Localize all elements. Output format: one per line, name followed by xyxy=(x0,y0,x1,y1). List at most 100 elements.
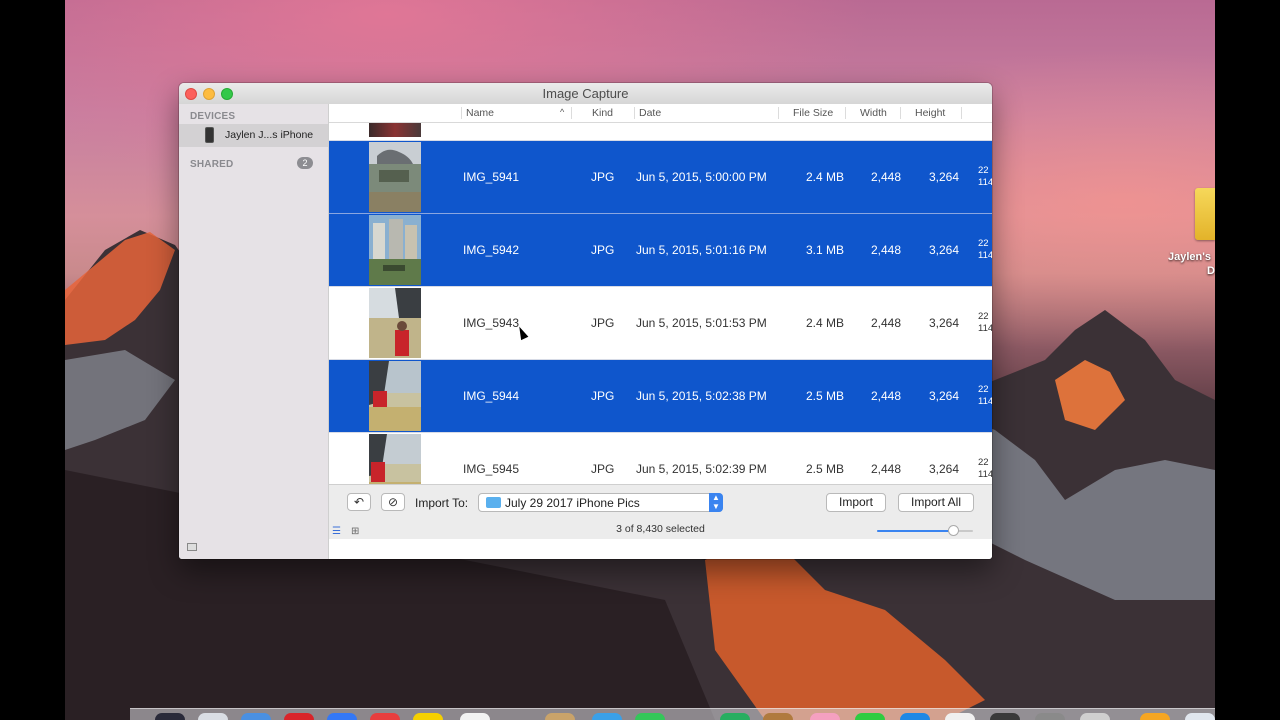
photo-thumbnail[interactable] xyxy=(369,123,421,137)
image-width: 2,448 xyxy=(870,170,901,184)
dock-app-icon[interactable] xyxy=(763,713,793,720)
column-height[interactable]: Height xyxy=(915,107,945,119)
sort-ascending-icon[interactable]: ^ xyxy=(560,107,564,117)
truncated-column-value: 22 114 xyxy=(978,311,992,335)
column-divider xyxy=(961,107,962,119)
file-date: Jun 5, 2015, 5:02:38 PM xyxy=(636,389,767,403)
dock-app-icon[interactable] xyxy=(592,713,622,720)
dock-app-icon[interactable] xyxy=(370,713,400,720)
file-size: 3.1 MB xyxy=(805,243,844,257)
dock-app-icon[interactable] xyxy=(241,713,271,720)
bottom-toolbar: ↶ ⊘ Import To: July 29 2017 iPhone Pics … xyxy=(329,484,992,539)
truncated-value-line2: 114 xyxy=(978,323,992,334)
file-name: IMG_5942 xyxy=(463,243,520,257)
column-name[interactable]: Name xyxy=(466,107,494,119)
window-title: Image Capture xyxy=(542,86,629,101)
column-divider xyxy=(845,107,846,119)
letterbox-left xyxy=(0,0,65,720)
dock-app-icon[interactable] xyxy=(545,713,575,720)
truncated-value-line1: 22 xyxy=(978,311,989,322)
devices-header: DEVICES xyxy=(190,111,236,122)
external-drive-icon[interactable] xyxy=(1195,188,1215,240)
image-height: 3,264 xyxy=(928,462,959,476)
column-width[interactable]: Width xyxy=(860,107,887,119)
image-width: 2,448 xyxy=(870,243,901,257)
file-date: Jun 5, 2015, 5:00:00 PM xyxy=(636,170,767,184)
import-destination-popup[interactable]: July 29 2017 iPhone Pics ▲ ▼ xyxy=(478,493,723,512)
file-name: IMG_5941 xyxy=(463,170,520,184)
dock-app-icon[interactable] xyxy=(413,713,443,720)
dock-app-icon[interactable] xyxy=(198,713,228,720)
image-height: 3,264 xyxy=(928,243,959,257)
image-height: 3,264 xyxy=(928,316,959,330)
image-height: 3,264 xyxy=(928,170,959,184)
thumbnail-size-slider-fill xyxy=(877,530,954,532)
dock-app-icon[interactable] xyxy=(1035,713,1065,720)
truncated-value-line2: 114 xyxy=(978,250,992,261)
table-row[interactable]: IMG_5944 JPG Jun 5, 2015, 5:02:38 PM 2.5… xyxy=(329,360,992,432)
import-all-button[interactable]: Import All xyxy=(898,493,974,512)
table-row[interactable]: IMG_5941 JPG Jun 5, 2015, 5:00:00 PM 2.4… xyxy=(329,141,992,213)
shared-count-badge: 2 xyxy=(297,157,313,169)
truncated-column-value: 22 114 xyxy=(978,238,992,262)
dock-app-icon[interactable] xyxy=(327,713,357,720)
dock-app-icon[interactable] xyxy=(720,713,750,720)
delete-button[interactable]: ⊘ xyxy=(381,493,405,511)
file-kind: JPG xyxy=(591,170,615,184)
file-size: 2.5 MB xyxy=(805,389,844,403)
import-button[interactable]: Import xyxy=(826,493,886,512)
truncated-value-line1: 22 xyxy=(978,238,989,249)
file-size: 2.4 MB xyxy=(805,170,844,184)
table-row[interactable]: IMG_5943 JPG Jun 5, 2015, 5:01:53 PM 2.4… xyxy=(329,287,992,359)
device-settings-icon[interactable] xyxy=(187,543,197,551)
thumbnail-size-slider-knob[interactable] xyxy=(948,525,959,536)
column-file-size[interactable]: File Size xyxy=(793,107,833,119)
dock-app-icon[interactable] xyxy=(1080,713,1110,720)
dock-app-icon[interactable] xyxy=(1185,713,1215,720)
dock-app-icon[interactable] xyxy=(900,713,930,720)
file-name: IMG_5943 xyxy=(463,316,520,330)
dock-app-icon[interactable] xyxy=(1140,713,1170,720)
drive-label-line2: D xyxy=(1207,265,1215,277)
truncated-value-line2: 114 xyxy=(978,396,992,407)
file-kind: JPG xyxy=(591,462,615,476)
dock-app-icon[interactable] xyxy=(810,713,840,720)
dock-app-icon[interactable] xyxy=(155,713,185,720)
dock-app-icon[interactable] xyxy=(284,713,314,720)
column-header: Name ^ Kind Date File Size Width Height xyxy=(329,104,992,123)
dock-app-icon[interactable] xyxy=(460,713,490,720)
image-width: 2,448 xyxy=(870,316,901,330)
file-kind: JPG xyxy=(591,316,615,330)
photo-thumbnail xyxy=(369,288,421,358)
rows-container: IMG_5941 JPG Jun 5, 2015, 5:00:00 PM 2.4… xyxy=(329,123,992,505)
photo-thumbnail xyxy=(369,142,421,212)
letterbox-right xyxy=(1215,0,1280,720)
dock-app-icon[interactable] xyxy=(990,713,1020,720)
file-name: IMG_5944 xyxy=(463,389,520,403)
column-divider xyxy=(778,107,779,119)
rotate-left-button[interactable]: ↶ xyxy=(347,493,371,511)
table-row[interactable]: IMG_5942 JPG Jun 5, 2015, 5:01:16 PM 3.1… xyxy=(329,214,992,286)
selection-status: 3 of 8,430 selected xyxy=(616,523,705,535)
drive-label-line1: Jaylen's xyxy=(1168,251,1211,263)
column-kind[interactable]: Kind xyxy=(592,107,613,119)
sidebar-item-iphone[interactable]: Jaylen J...s iPhone xyxy=(179,124,328,147)
column-divider xyxy=(571,107,572,119)
truncated-value-line1: 22 xyxy=(978,384,989,395)
drive-label[interactable]: Jaylen's D xyxy=(1168,250,1215,278)
dock-app-icon[interactable] xyxy=(855,713,885,720)
dock-app-icon[interactable] xyxy=(635,713,665,720)
truncated-column-value: 22 114 xyxy=(978,384,992,408)
title-bar[interactable]: Image Capture xyxy=(179,83,992,105)
truncated-value-line1: 22 xyxy=(978,457,989,468)
dock xyxy=(130,708,1215,720)
file-size: 2.4 MB xyxy=(805,316,844,330)
column-date[interactable]: Date xyxy=(639,107,661,119)
dock-app-icon[interactable] xyxy=(945,713,975,720)
sidebar: DEVICES Jaylen J...s iPhone SHARED 2 xyxy=(179,104,329,559)
image-capture-window: Image Capture DEVICES Jaylen J...s iPhon… xyxy=(179,83,992,559)
column-divider xyxy=(634,107,635,119)
folder-icon xyxy=(486,497,501,508)
shared-header[interactable]: SHARED xyxy=(190,159,233,170)
file-date: Jun 5, 2015, 5:02:39 PM xyxy=(636,462,767,476)
